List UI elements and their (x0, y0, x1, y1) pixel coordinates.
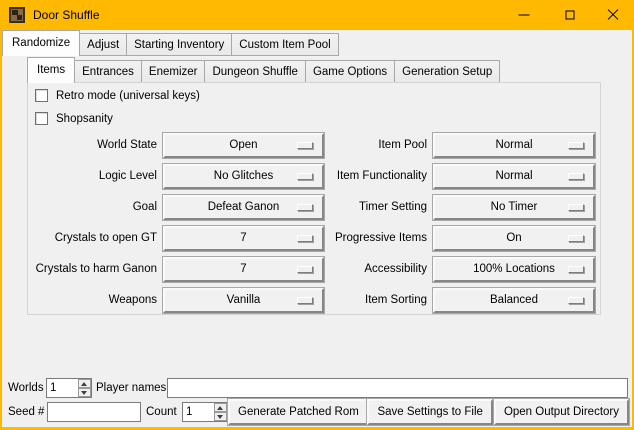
tab-adjust[interactable]: Adjust (79, 33, 127, 56)
worlds-spin-up-button[interactable] (78, 379, 91, 388)
count-spin-up-button[interactable] (214, 403, 227, 412)
window-title: Door Shuffle (33, 0, 100, 30)
worlds-spin-down-button[interactable] (78, 388, 91, 397)
tab-generation-setup[interactable]: Generation Setup (394, 60, 500, 83)
window-border-left (0, 30, 2, 427)
tab-game-options[interactable]: Game Options (305, 60, 395, 83)
count-spinbox[interactable]: 1 (182, 402, 228, 422)
minimize-icon (518, 15, 529, 16)
maximize-button[interactable] (547, 0, 592, 30)
open-output-directory-button[interactable]: Open Output Directory (494, 399, 629, 425)
tab-items[interactable]: Items (27, 57, 75, 83)
spin-down-arrow-icon (81, 391, 87, 395)
titlebar[interactable]: Door Shuffle (0, 0, 634, 30)
close-icon (607, 9, 619, 21)
minimize-button[interactable] (501, 0, 546, 30)
spin-up-arrow-icon (81, 382, 87, 386)
door-shuffle-window: Door Shuffle Randomize Adjust Starting I… (0, 0, 634, 430)
seed-input[interactable] (47, 402, 141, 422)
tab-enemizer[interactable]: Enemizer (141, 60, 206, 83)
count-label: Count (146, 402, 177, 422)
generate-patched-rom-button[interactable]: Generate Patched Rom (228, 399, 369, 425)
worlds-spinbox[interactable]: 1 (46, 378, 92, 398)
tab-dungeon-shuffle[interactable]: Dungeon Shuffle (204, 60, 305, 83)
tab-entrances[interactable]: Entrances (74, 60, 142, 83)
tab-randomize[interactable]: Randomize (2, 30, 80, 56)
player-names-input[interactable] (167, 378, 628, 398)
count-spin-down-button[interactable] (214, 412, 227, 421)
inner-tab-bar: Items Entrances Enemizer Dungeon Shuffle… (27, 57, 499, 83)
tab-custom-item-pool[interactable]: Custom Item Pool (231, 33, 338, 56)
door-icon (9, 7, 25, 23)
spin-up-arrow-icon (217, 406, 223, 410)
items-panel-frame (27, 82, 601, 315)
save-settings-button[interactable]: Save Settings to File (367, 399, 492, 425)
seed-label: Seed # (8, 402, 44, 422)
player-names-label: Player names (96, 378, 166, 398)
worlds-label: Worlds (8, 378, 44, 398)
maximize-icon (565, 11, 574, 20)
outer-tab-bar: Randomize Adjust Starting Inventory Cust… (2, 30, 338, 56)
close-button[interactable] (592, 0, 634, 30)
tab-starting-inventory[interactable]: Starting Inventory (126, 33, 232, 56)
spin-down-arrow-icon (217, 415, 223, 419)
